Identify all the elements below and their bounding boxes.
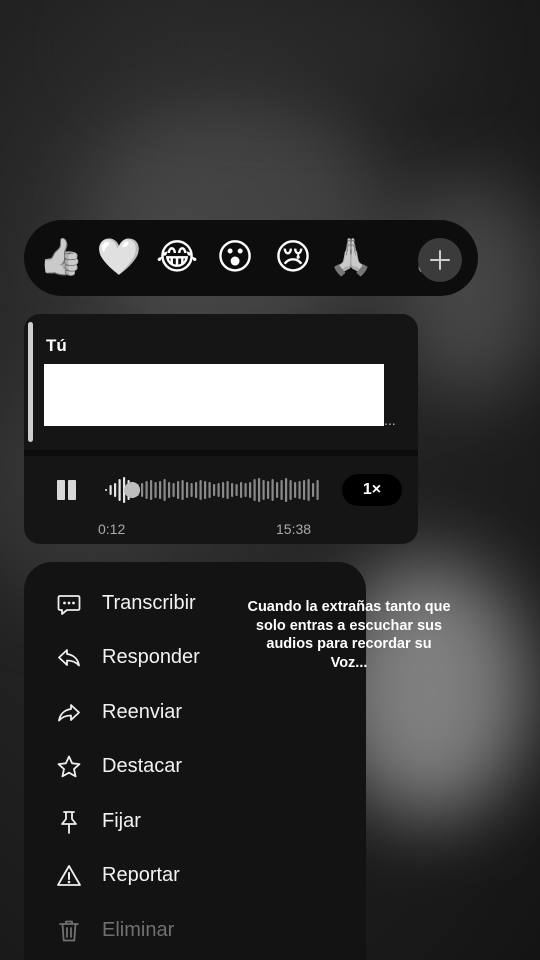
waveform-bar: [154, 482, 157, 498]
voice-message-card[interactable]: Tú ... 0:12 15:38 1×: [24, 314, 418, 544]
waveform-bar: [276, 482, 279, 498]
waveform-bar: [168, 482, 171, 498]
waveform-bar: [204, 481, 207, 499]
total-duration: 15:38: [276, 521, 312, 537]
transcribe-icon: [57, 595, 81, 615]
surprised-face-icon[interactable]: 😮: [212, 235, 258, 281]
audio-waveform[interactable]: [104, 475, 320, 505]
waveform-bar: [253, 479, 256, 501]
star-icon: [57, 755, 81, 778]
waveform-bar: [316, 480, 319, 500]
overlay-caption: Cuando la extrañas tanto que solo entras…: [247, 599, 451, 671]
waveform-bar: [262, 480, 265, 500]
menu-item-label: Reenviar: [102, 701, 183, 723]
waveform-bar: [303, 480, 306, 500]
waveform-bar: [118, 479, 121, 501]
waveform-bar: [240, 482, 243, 498]
menu-item-label: Transcribir: [102, 592, 196, 614]
waveform-bar: [280, 480, 283, 500]
waveform-bar: [109, 485, 112, 495]
menu-item-label: Reportar: [102, 864, 180, 886]
playback-head[interactable]: [124, 482, 141, 498]
waveform-bar: [150, 480, 153, 500]
reply-ellipsis: ...: [384, 412, 396, 428]
waveform-bar: [231, 483, 234, 497]
waveform-bar: [289, 480, 292, 500]
waveform-bar: [181, 480, 184, 500]
menu-item-destacar[interactable]: Destacar: [24, 745, 366, 789]
waveform-bar: [145, 481, 148, 499]
menu-item-label: Fijar: [102, 810, 141, 832]
background-blur-shape: [100, 0, 460, 90]
forward-icon: [58, 704, 80, 722]
reply-preview-redacted: [44, 364, 384, 426]
menu-item-eliminar[interactable]: Eliminar: [24, 909, 366, 953]
waveform-bar: [285, 478, 288, 502]
waveform-bar: [213, 484, 216, 496]
waveform-bar: [163, 479, 166, 501]
menu-item-reportar[interactable]: Reportar: [24, 854, 366, 898]
waveform-bar: [195, 482, 198, 498]
waveform-bar: [294, 482, 297, 498]
waveform-bar: [235, 484, 238, 496]
waveform-bar: [208, 482, 211, 498]
waveform-bar: [312, 483, 315, 497]
waveform-bar: [159, 481, 162, 499]
trash-icon: [59, 920, 79, 942]
reply-icon: [58, 649, 80, 667]
waveform-bar: [258, 478, 261, 502]
menu-item-label: Responder: [102, 646, 200, 668]
waveform-bar: [267, 481, 270, 499]
more-reactions-button[interactable]: [418, 238, 462, 282]
menu-item-reenviar[interactable]: Reenviar: [24, 691, 366, 735]
message-divider: [24, 450, 418, 456]
pause-button[interactable]: [54, 478, 80, 502]
waveform-bar: [199, 480, 202, 500]
waveform-bar: [105, 489, 108, 491]
waveform-bar: [177, 481, 180, 499]
waveform-bar: [190, 483, 193, 497]
menu-item-label: Destacar: [102, 755, 183, 777]
folded-hands-icon[interactable]: 🙏: [328, 235, 374, 281]
waveform-bar: [244, 483, 247, 497]
reaction-bar: 👍 🤍 😂 😮 😢 🙏 🙈: [24, 220, 478, 296]
waveform-bar: [172, 483, 175, 497]
waveform-bar: [222, 482, 225, 498]
plus-icon: [430, 250, 450, 270]
waveform-bar: [307, 479, 310, 501]
elapsed-time: 0:12: [98, 521, 126, 537]
waveform-bar: [271, 479, 274, 501]
reply-author: Tú: [46, 336, 67, 355]
waveform-bar: [114, 483, 117, 497]
pin-icon: [61, 811, 77, 834]
waveform-bar: [226, 481, 229, 499]
pause-icon: [57, 480, 65, 500]
tears-of-joy-icon[interactable]: 😂: [154, 235, 200, 281]
thumbs-up-icon[interactable]: 👍: [38, 235, 84, 281]
waveform-bar: [298, 481, 301, 499]
menu-item-label: Eliminar: [102, 919, 175, 941]
pause-icon: [68, 480, 76, 500]
heart-icon[interactable]: 🤍: [96, 235, 142, 281]
waveform-bar: [141, 483, 144, 497]
waveform-bar: [186, 482, 189, 498]
playback-speed-button[interactable]: 1×: [342, 474, 402, 506]
warning-icon: [57, 865, 81, 886]
waveform-bar: [217, 483, 220, 497]
menu-item-fijar[interactable]: Fijar: [24, 800, 366, 844]
waveform-bar: [249, 482, 252, 498]
crying-face-icon[interactable]: 😢: [270, 235, 316, 281]
reply-quote-bar: [28, 322, 33, 442]
